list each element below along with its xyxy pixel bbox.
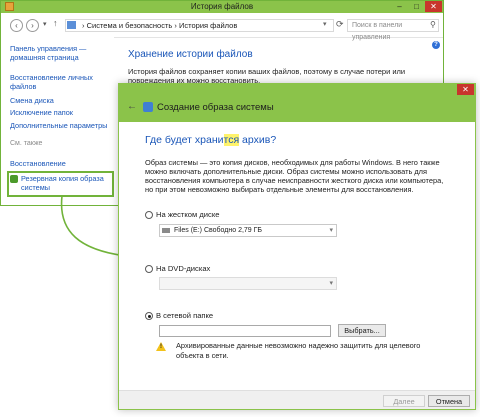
back-arrow-icon[interactable]: ← <box>127 101 137 112</box>
question-part-2: архив? <box>239 134 277 146</box>
system-image-icon <box>143 102 153 112</box>
question-highlight: тся <box>223 134 240 146</box>
radio-network-label[interactable]: В сетевой папке <box>156 311 213 320</box>
warning-icon-mark: ! <box>160 344 162 350</box>
dialog-description: Образ системы — это копия дисков, необхо… <box>145 158 444 194</box>
radio-dvd[interactable] <box>145 265 153 273</box>
hdd-select[interactable]: Files (E:) Свободно 2,79 ГБ ▾ <box>159 224 337 237</box>
chevron-down-icon: ▾ <box>329 227 333 234</box>
dialog-title: Создание образа системы <box>157 102 274 113</box>
radio-dvd-label[interactable]: На DVD-дисках <box>156 264 210 273</box>
system-image-dialog: ✕ ← Создание образа системы Где будет хр… <box>118 83 476 410</box>
question-heading: Где будет хранится архив? <box>145 134 276 146</box>
dvd-select: ▾ <box>159 277 337 290</box>
chevron-down-icon: ▾ <box>329 280 333 287</box>
dialog-close-button[interactable]: ✕ <box>457 84 474 95</box>
question-part-1: Где будет храни <box>145 134 224 146</box>
radio-hdd-label[interactable]: На жестком диске <box>156 210 219 219</box>
radio-network[interactable] <box>145 312 153 320</box>
hdd-select-value: Files (E:) Свободно 2,79 ГБ <box>174 227 263 234</box>
network-path-input[interactable] <box>159 325 331 337</box>
next-button[interactable]: Далее <box>383 395 425 407</box>
browse-button[interactable]: Выбрать... <box>338 324 386 337</box>
drive-icon <box>162 228 170 233</box>
cancel-button[interactable]: Отмена <box>428 395 470 407</box>
warning-text: Архивированные данные невозможно надежно… <box>176 341 421 360</box>
radio-hdd[interactable] <box>145 211 153 219</box>
